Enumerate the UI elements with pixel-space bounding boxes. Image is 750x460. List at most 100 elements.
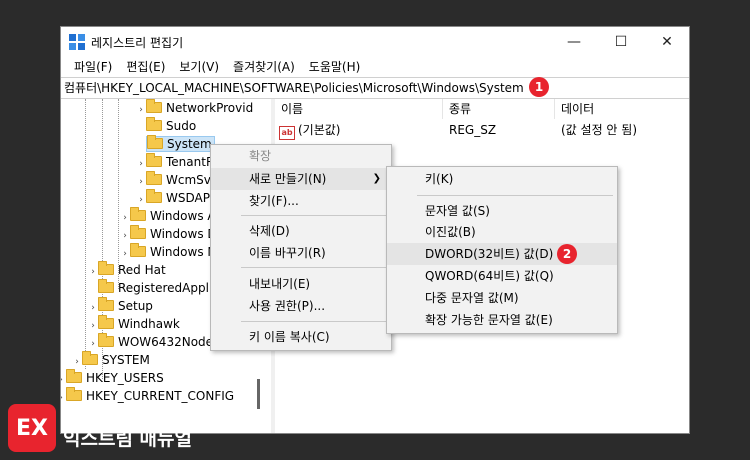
tree-item-networkprovider[interactable]: › NetworkProvid (136, 99, 253, 117)
tree-item-label: Windows N (150, 245, 217, 259)
window-title: 레지스트리 편집기 (91, 36, 184, 50)
folder-icon (130, 207, 146, 221)
brand-logo: EX (8, 404, 56, 452)
value-name: (기본값) (298, 123, 341, 137)
menu-separator (241, 321, 387, 322)
tree-item-label: Windhawk (118, 317, 180, 331)
new-submenu: 키(K) 문자열 값(S) 이진값(B) DWORD(32비트) 값(D) QW… (386, 166, 618, 334)
tree-item-windows-d[interactable]: › Windows D (120, 225, 217, 243)
selected-highlight: System (146, 135, 215, 152)
folder-icon (82, 351, 98, 365)
address-bar[interactable]: 컴퓨터\HKEY_LOCAL_MACHINE\SOFTWARE\Policies… (61, 77, 689, 99)
tree-item-system-selected[interactable]: System (136, 135, 215, 153)
string-value-icon: ab (279, 126, 295, 140)
step-badge-1: 1 (529, 77, 549, 97)
tree-item-wcmsvc[interactable]: › WcmSv (136, 171, 211, 189)
maximize-button[interactable]: ☐ (598, 27, 644, 57)
tree-item-wow6432node[interactable]: › WOW6432Node (88, 333, 213, 351)
tree-item-label: NetworkProvid (166, 101, 254, 115)
address-path: 컴퓨터\HKEY_LOCAL_MACHINE\SOFTWARE\Policies… (64, 81, 524, 95)
tree-guide-line (85, 99, 86, 369)
tree-item-hkey-users[interactable]: ›HKEY_USERS (61, 369, 164, 387)
tree-item-label: WSDAP (166, 191, 210, 205)
folder-icon (130, 225, 146, 239)
value-row[interactable]: ab (기본값) (279, 121, 341, 140)
tree-item-sudo[interactable]: Sudo (136, 117, 196, 135)
column-type[interactable]: 종류 (443, 99, 555, 119)
tree-item-label: HKEY_CURRENT_CONFIG (86, 389, 235, 403)
value-data: (값 설정 안 됨) (561, 123, 638, 137)
folder-icon (146, 117, 162, 131)
brand-name: 익스트림 매뉴얼 (63, 428, 192, 450)
tree-item-windows-n[interactable]: › Windows N (120, 243, 216, 261)
menu-favorites[interactable]: 즐겨찾기(A) (226, 57, 302, 77)
folder-icon (98, 333, 114, 347)
registry-app-icon (69, 34, 85, 50)
menu-separator (417, 195, 613, 196)
tree-item-red-hat[interactable]: › Red Hat (88, 261, 166, 279)
folder-icon (146, 153, 162, 167)
submenu-key[interactable]: 키(K) (387, 168, 617, 190)
submenu-multi-string-value[interactable]: 다중 문자열 값(M) (387, 287, 617, 309)
menu-new-label: 새로 만들기(N) (249, 172, 327, 186)
menu-expand[interactable]: 확장 (211, 145, 391, 167)
tree-item-label: WOW6432Node (118, 335, 214, 349)
folder-icon (98, 315, 114, 329)
column-name[interactable]: 이름 (275, 99, 443, 119)
tree-item-label: Windows D (150, 227, 217, 241)
folder-icon (66, 369, 82, 383)
folder-icon (98, 279, 114, 293)
submenu-qword-value[interactable]: QWORD(64비트) 값(Q) (387, 265, 617, 287)
title-bar: 레지스트리 편집기 — ☐ ✕ (61, 27, 689, 57)
menu-delete[interactable]: 삭제(D) (211, 220, 391, 242)
tree-item-label: SYSTEM (102, 353, 150, 367)
tree-item-registeredapplications[interactable]: RegisteredApplic (88, 279, 219, 297)
menu-export[interactable]: 내보내기(E) (211, 273, 391, 295)
tree-item-tenantr[interactable]: › TenantR (136, 153, 214, 171)
tree-item-label: System (167, 137, 212, 151)
tree-item-label: Red Hat (118, 263, 166, 277)
menu-file[interactable]: 파일(F) (67, 57, 119, 77)
tree-item-label: Sudo (166, 119, 197, 133)
submenu-string-value[interactable]: 문자열 값(S) (387, 200, 617, 222)
tree-item-label: HKEY_USERS (86, 371, 164, 385)
step-badge-2: 2 (557, 244, 577, 264)
folder-icon (146, 171, 162, 185)
minimize-button[interactable]: — (551, 27, 597, 57)
folder-icon (146, 189, 162, 203)
value-type: REG_SZ (449, 123, 497, 137)
menu-separator (241, 215, 387, 216)
menu-bar: 파일(F) 편집(E) 보기(V) 즐겨찾기(A) 도움말(H) (61, 57, 689, 77)
tree-item-system-hive[interactable]: › SYSTEM (72, 351, 150, 369)
tree-item-label: Setup (118, 299, 153, 313)
folder-icon (98, 261, 114, 275)
folder-icon (146, 99, 162, 113)
tree-item-windhawk[interactable]: › Windhawk (88, 315, 180, 333)
tree-item-label: WcmSv (166, 173, 211, 187)
tree-scrollbar[interactable] (257, 379, 260, 409)
context-menu: 확장 새로 만들기(N) ❯ 찾기(F)... 삭제(D) 이름 바꾸기(R) 내… (210, 144, 392, 351)
submenu-dword-value[interactable]: DWORD(32비트) 값(D) (387, 243, 617, 265)
submenu-binary-value[interactable]: 이진값(B) (387, 221, 617, 243)
folder-icon (130, 243, 146, 257)
menu-help[interactable]: 도움말(H) (302, 57, 368, 77)
folder-icon (66, 387, 82, 401)
menu-view[interactable]: 보기(V) (172, 57, 226, 77)
close-button[interactable]: ✕ (644, 27, 689, 57)
chevron-right-icon: ❯ (372, 173, 381, 184)
menu-copy-key-name[interactable]: 키 이름 복사(C) (211, 326, 391, 348)
tree-item-setup[interactable]: › Setup (88, 297, 153, 315)
tree-item-label: RegisteredApplic (118, 281, 219, 295)
menu-rename[interactable]: 이름 바꾸기(R) (211, 242, 391, 264)
tree-item-hkey-current-config[interactable]: ›HKEY_CURRENT_CONFIG (61, 387, 234, 405)
tree-item-windows-a[interactable]: › Windows A (120, 207, 216, 225)
tree-item-label: TenantR (166, 155, 215, 169)
submenu-expandable-string-value[interactable]: 확장 가능한 문자열 값(E) (387, 309, 617, 331)
menu-permissions[interactable]: 사용 권한(P)... (211, 295, 391, 317)
column-data[interactable]: 데이터 (555, 99, 689, 119)
tree-item-label: Windows A (150, 209, 216, 223)
menu-new[interactable]: 새로 만들기(N) ❯ (211, 168, 391, 190)
menu-find[interactable]: 찾기(F)... (211, 190, 391, 212)
menu-edit[interactable]: 편집(E) (119, 57, 172, 77)
tree-item-wsdapi[interactable]: › WSDAP (136, 189, 210, 207)
